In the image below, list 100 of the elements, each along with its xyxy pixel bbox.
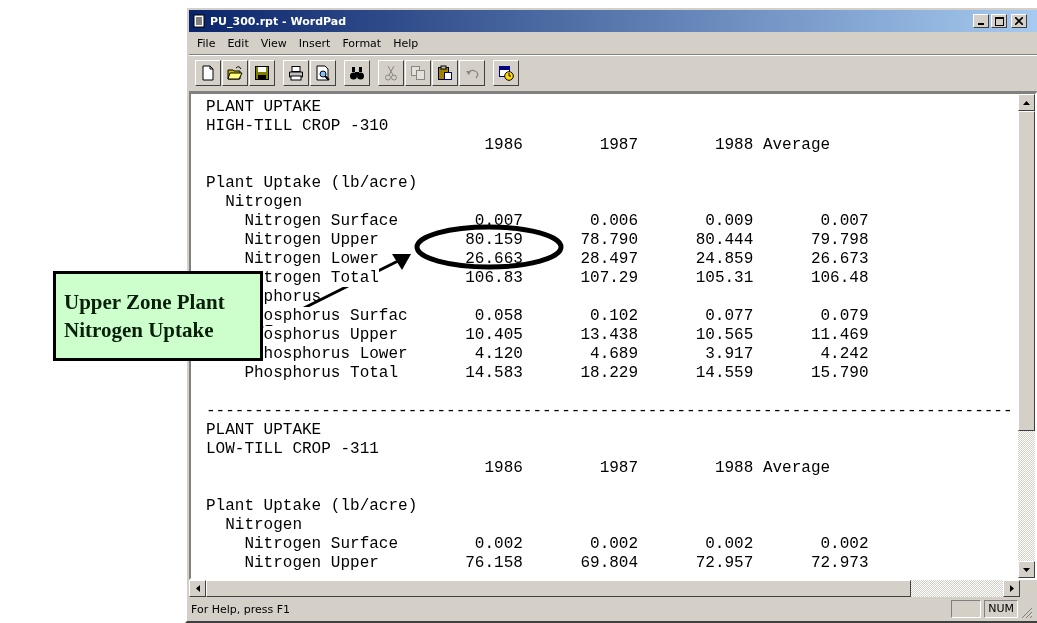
- scroll-up-button[interactable]: [1018, 94, 1035, 111]
- table-cell: 107.29: [580, 269, 639, 287]
- row-label: Nitrogen Upper: [244, 554, 379, 572]
- column-header: 1987: [599, 459, 639, 477]
- separator-line: ------------------------------------------------------------------------------------: [206, 402, 1014, 421]
- column-header: Average: [762, 136, 831, 154]
- scroll-left-button[interactable]: [189, 580, 206, 597]
- table-cell: 105.31: [695, 269, 754, 287]
- table-cell: 3.917: [705, 345, 754, 363]
- table-cell: 26.663: [465, 250, 523, 268]
- group-label: Nitrogen: [225, 516, 302, 534]
- table-cell: 26.673: [810, 250, 869, 268]
- printer-icon: [288, 65, 304, 81]
- clipboard-icon: [437, 65, 453, 81]
- copy-icon: [410, 65, 426, 81]
- report-subtitle: HIGH-TILL CROP -310: [206, 117, 390, 136]
- table-cell: 0.079: [820, 307, 869, 325]
- close-button[interactable]: [1011, 14, 1027, 28]
- maximize-icon: [994, 16, 1004, 26]
- menu-item[interactable]: Insert: [292, 35, 337, 52]
- table-cell: 106.83: [465, 269, 523, 287]
- binoculars-icon: [349, 65, 365, 81]
- table-cell: 80.159: [465, 231, 523, 249]
- row-label: osphorus Upper: [263, 326, 399, 344]
- print-preview-button[interactable]: [310, 60, 336, 86]
- row-label: Nitrogen Upper: [244, 231, 379, 249]
- column-header: 1988: [714, 459, 754, 477]
- table-cell: 0.007: [820, 212, 869, 230]
- calendar-clock-icon: [498, 65, 514, 81]
- size-grip-icon: [1021, 607, 1033, 619]
- row-label: hosphorus Lower: [263, 345, 408, 363]
- left-arrow-icon: [195, 585, 200, 592]
- column-header: 1987: [599, 136, 639, 154]
- document-icon: [192, 14, 206, 28]
- scroll-right-button[interactable]: [1003, 580, 1020, 597]
- column-header: Average: [762, 459, 831, 477]
- table-cell: 72.973: [810, 554, 869, 572]
- find-button[interactable]: [344, 60, 370, 86]
- table-cell: 0.002: [820, 535, 869, 553]
- table-cell: 0.058: [474, 307, 523, 325]
- report-subtitle: LOW-TILL CROP -311: [206, 440, 380, 459]
- table-cell: 0.102: [590, 307, 639, 325]
- status-text: For Help, press F1: [191, 602, 291, 616]
- row-label: Nitrogen Surface: [244, 535, 399, 553]
- right-arrow-icon: [1009, 585, 1014, 592]
- paste-button[interactable]: [432, 60, 458, 86]
- table-cell: 4.689: [590, 345, 639, 363]
- scrollbar-thumb[interactable]: [206, 580, 911, 597]
- close-icon: [1015, 17, 1023, 25]
- row-label: Phosphorus Total: [244, 364, 399, 382]
- column-header: 1986: [484, 459, 523, 477]
- table-cell: 78.790: [580, 231, 639, 249]
- report-title: PLANT UPTAKE: [206, 421, 323, 440]
- open-button[interactable]: [222, 60, 248, 86]
- minimize-button[interactable]: [973, 14, 989, 28]
- new-document-button[interactable]: [195, 60, 221, 86]
- table-cell: 76.158: [465, 554, 523, 572]
- row-label: trogen Total: [263, 269, 379, 287]
- table-cell: 18.229: [580, 364, 639, 382]
- table-cell: 80.444: [695, 231, 754, 249]
- table-cell: 0.002: [590, 535, 639, 553]
- table-cell: 28.497: [580, 250, 639, 268]
- status-panel: [951, 600, 982, 618]
- menu-item[interactable]: View: [254, 35, 293, 52]
- menu-item[interactable]: Help: [387, 35, 425, 52]
- section-heading: Plant Uptake (lb/acre): [206, 497, 419, 516]
- table-cell: 0.002: [705, 535, 754, 553]
- maximize-button[interactable]: [991, 14, 1007, 28]
- section-heading: Plant Uptake (lb/acre): [206, 174, 419, 193]
- table-cell: 14.583: [465, 364, 523, 382]
- table-cell: 72.957: [695, 554, 754, 572]
- up-arrow-icon: [1023, 100, 1030, 105]
- page-icon: [200, 65, 216, 81]
- table-cell: 4.120: [474, 345, 523, 363]
- table-cell: 0.007: [474, 212, 523, 230]
- table-cell: 10.405: [465, 326, 523, 344]
- print-button[interactable]: [283, 60, 309, 86]
- group-label: Nitrogen: [225, 193, 302, 211]
- table-cell: 13.438: [580, 326, 639, 344]
- table-cell: 106.48: [810, 269, 869, 287]
- menu-item[interactable]: Format: [336, 35, 388, 52]
- report-title: PLANT UPTAKE: [206, 98, 323, 117]
- menu-item[interactable]: Edit: [221, 35, 255, 52]
- scroll-down-button[interactable]: [1018, 561, 1035, 578]
- table-cell: 14.559: [695, 364, 754, 382]
- table-cell: 15.790: [810, 364, 869, 382]
- table-cell: 0.002: [474, 535, 523, 553]
- table-cell: 10.565: [695, 326, 754, 344]
- down-arrow-icon: [1023, 567, 1030, 572]
- date-time-button[interactable]: [493, 60, 519, 86]
- scrollbar-thumb[interactable]: [1018, 111, 1035, 431]
- table-cell: 0.006: [590, 212, 639, 230]
- table-cell: 0.009: [705, 212, 754, 230]
- row-label: Nitrogen Lower: [244, 250, 379, 268]
- row-label: osphorus Surfac: [263, 307, 408, 325]
- table-cell: 0.077: [705, 307, 754, 325]
- menu-item[interactable]: File: [191, 35, 222, 52]
- table-cell: 11.469: [810, 326, 869, 344]
- save-button[interactable]: [249, 60, 275, 86]
- row-label: Nitrogen Surface: [244, 212, 399, 230]
